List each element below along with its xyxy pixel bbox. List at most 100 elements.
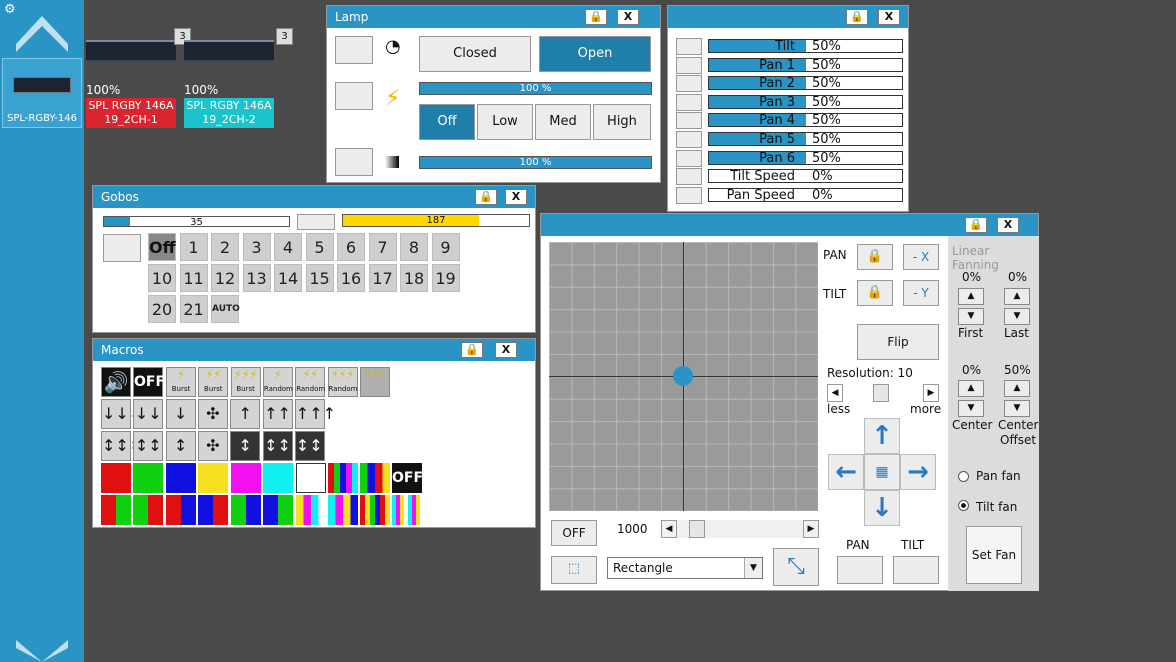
macro-burst-button[interactable]: ⚡⚡ Burst <box>198 367 229 397</box>
sound-icon[interactable]: 🔊 <box>101 367 131 397</box>
macro-pan-arrow-icon[interactable]: ↕↕ <box>262 431 293 461</box>
macro-tilt-arrow-icon[interactable]: ↓ <box>165 399 196 429</box>
offset-up-button[interactable]: ▲ <box>1004 380 1030 397</box>
gobo-button[interactable]: 20 <box>148 295 176 323</box>
pan-lock-icon[interactable]: 🔒 <box>857 244 893 270</box>
macro-random-button[interactable]: ⚡⚡⚡ Random <box>327 367 358 397</box>
mode-med-button[interactable]: Med <box>535 104 591 140</box>
color-off-button[interactable]: OFF <box>392 463 423 493</box>
color-mix-8-button[interactable] <box>328 495 358 525</box>
gobo-toggle[interactable] <box>103 234 141 262</box>
power-toggle[interactable] <box>335 82 373 110</box>
mode-low-button[interactable]: Low <box>477 104 533 140</box>
gobo-button[interactable]: 5 <box>305 233 334 261</box>
channel-bar[interactable]: Pan 4 50% <box>708 113 903 128</box>
gobo-button[interactable]: 12 <box>211 264 239 292</box>
slider-thumb[interactable] <box>689 520 705 538</box>
negate-y-button[interactable]: - Y <box>903 280 939 306</box>
tilt-lock-icon[interactable]: 🔒 <box>857 280 893 306</box>
closed-button[interactable]: Closed <box>419 36 531 72</box>
color-mix-6-button[interactable] <box>263 495 293 525</box>
color-yellow-button[interactable] <box>198 463 228 493</box>
macro-tilt-arrow-icon[interactable]: ↑↑↑ <box>294 399 336 429</box>
set-fan-button[interactable]: Set Fan <box>966 526 1022 584</box>
channel-toggle[interactable] <box>676 112 702 130</box>
center-icon[interactable]: ▦ <box>864 454 900 490</box>
color-green-button[interactable] <box>133 463 163 493</box>
macro-pan-arrow-icon[interactable]: ↕ <box>230 431 261 461</box>
color-magenta-button[interactable] <box>231 463 261 493</box>
channel-bar[interactable]: Pan 1 50% <box>708 57 903 72</box>
fixture-card-2[interactable]: 3 100% SPL RGBY 146A 19_2CH-2 <box>184 28 294 130</box>
arrow-right-icon[interactable]: → <box>900 454 936 490</box>
macro-pan-arrow-icon[interactable]: ↕↕ <box>133 431 164 461</box>
channel-toggle[interactable] <box>676 186 702 204</box>
color-mix-7-button[interactable] <box>296 495 326 525</box>
tilt-output-field[interactable] <box>893 556 939 584</box>
color-mix-5-button[interactable] <box>231 495 261 525</box>
macro-burst-button[interactable]: ⚡ Burst <box>166 367 196 397</box>
channel-bar[interactable]: Tilt Speed 0% <box>708 169 903 184</box>
gobo-button[interactable]: 11 <box>179 264 208 292</box>
macro-random-button[interactable]: ⚡⚡ Random <box>295 367 326 397</box>
center-up-button[interactable]: ▲ <box>958 380 984 397</box>
channel-bar[interactable]: Tilt 50% <box>708 39 903 53</box>
gobo-button[interactable]: 2 <box>211 233 239 261</box>
lock-icon[interactable]: 🔒 <box>475 189 497 205</box>
color-mix-10-button[interactable] <box>392 495 422 525</box>
shutter-toggle[interactable] <box>335 36 373 64</box>
channel-bar[interactable]: Pan 2 50% <box>708 76 903 91</box>
close-button[interactable]: X <box>878 9 900 25</box>
macro-tilt-arrow-icon[interactable]: ↓↓↓ <box>101 399 142 429</box>
color-mix-9-button[interactable] <box>360 495 390 525</box>
offset-down-button[interactable]: ▼ <box>1004 400 1030 417</box>
channel-toggle[interactable] <box>676 93 702 111</box>
gobo-button[interactable]: 3 <box>242 233 271 261</box>
gobo-button[interactable]: 17 <box>368 264 397 292</box>
gobo-button[interactable]: 1 <box>179 233 208 261</box>
gobo-button[interactable]: 21 <box>179 295 208 323</box>
channel-toggle[interactable] <box>676 168 702 186</box>
intensity-bar[interactable]: 100 % <box>419 156 652 169</box>
arrow-up-icon[interactable]: ↑ <box>864 418 900 454</box>
gear-icon[interactable]: ⚙ <box>4 2 16 17</box>
color-mix-2-button[interactable] <box>133 495 163 525</box>
last-up-button[interactable]: ▲ <box>1004 288 1030 305</box>
open-button[interactable]: Open <box>539 36 651 72</box>
position-dot[interactable] <box>673 366 693 386</box>
pan-fan-radio[interactable] <box>958 471 969 482</box>
shape-preview-icon[interactable]: ⬚ <box>551 556 597 584</box>
gobo-bar-1[interactable]: 35 <box>103 216 290 227</box>
color-chase-2-button[interactable] <box>360 463 390 493</box>
fixture-card-1[interactable]: 3 100% SPL RGBY 146A 19_2CH-1 <box>86 28 196 130</box>
color-mix-4-button[interactable] <box>198 495 228 525</box>
mode-off-button[interactable]: Off <box>419 104 475 140</box>
channel-bar[interactable]: Pan 6 50% <box>708 150 903 165</box>
gobo-button[interactable]: 15 <box>305 264 334 292</box>
last-down-button[interactable]: ▼ <box>1004 308 1030 325</box>
pan-output-field[interactable] <box>837 556 883 584</box>
scroll-up-icon[interactable] <box>16 12 68 52</box>
flip-button[interactable]: Flip <box>857 324 939 360</box>
pantilt-pad[interactable] <box>549 242 818 511</box>
macro-tilt-arrow-icon[interactable]: ↑ <box>230 399 261 429</box>
gobo-button[interactable]: AUTO <box>211 295 240 323</box>
gobo-button[interactable]: 7 <box>368 233 397 261</box>
gobo-button[interactable]: 18 <box>400 264 428 292</box>
center-down-button[interactable]: ▼ <box>958 400 984 417</box>
gobo-button[interactable]: 14 <box>274 264 302 292</box>
color-mix-3-button[interactable] <box>166 495 196 525</box>
resolution-slider[interactable]: ◀ ▶ <box>827 384 939 402</box>
gobo-button[interactable]: 8 <box>400 233 428 261</box>
channel-toggle[interactable] <box>676 75 702 93</box>
close-button[interactable]: X <box>617 9 639 25</box>
dimmer-bar[interactable]: 100 % <box>419 82 652 95</box>
macro-burst-button[interactable]: ⚡⚡⚡ Burst <box>230 367 261 397</box>
close-button[interactable]: X <box>505 189 527 205</box>
gobo-bar-toggle[interactable] <box>297 214 335 230</box>
gobo-bar-2[interactable]: 187 <box>342 214 530 227</box>
close-button[interactable]: X <box>495 342 517 358</box>
channel-toggle[interactable] <box>676 56 702 74</box>
gobo-button[interactable]: 16 <box>337 264 365 292</box>
slider-left-icon[interactable]: ◀ <box>661 520 677 538</box>
